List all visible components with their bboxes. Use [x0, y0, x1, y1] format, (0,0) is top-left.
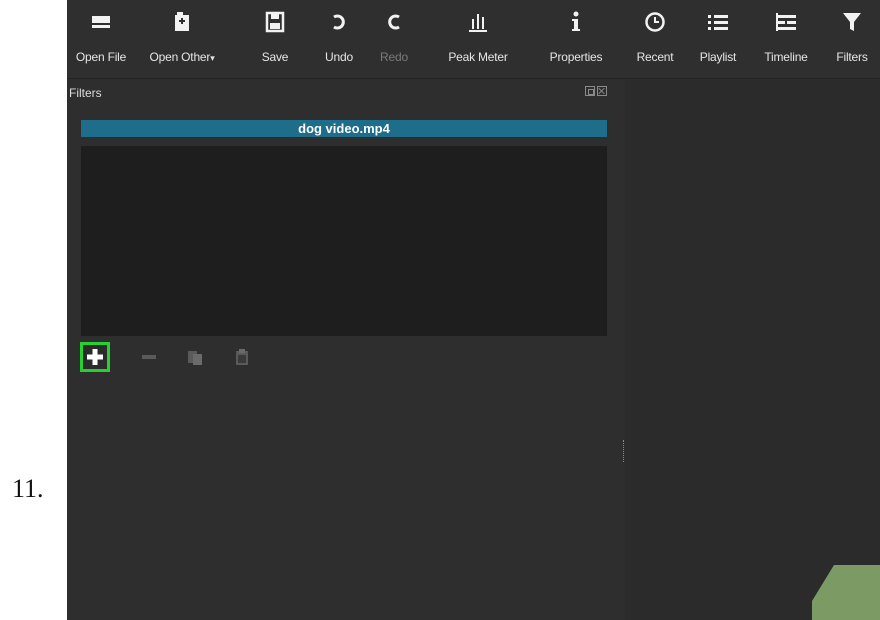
clip-name: dog video.mp4	[81, 120, 607, 137]
undo-label: Undo	[325, 50, 353, 64]
shotcut-window: Open File Open Other▾ Save Undo Redo Pea…	[67, 0, 880, 620]
timeline-icon	[774, 0, 798, 44]
minus-icon	[142, 355, 156, 359]
preview-panel	[625, 80, 880, 620]
playlist-button[interactable]: Playlist	[696, 0, 740, 78]
copy-icon	[188, 351, 202, 365]
filter-icon	[842, 0, 862, 44]
add-filter-button[interactable]	[80, 342, 110, 372]
undo-button[interactable]: Undo	[325, 0, 353, 78]
recent-icon	[644, 0, 666, 44]
timeline-label: Timeline	[764, 50, 808, 64]
save-label: Save	[261, 50, 289, 64]
properties-button[interactable]: Properties	[541, 0, 611, 78]
redo-label: Redo	[380, 50, 408, 64]
open-other-label: Open Other	[149, 50, 211, 64]
timeline-button[interactable]: Timeline	[761, 0, 811, 78]
paste-filter-button[interactable]	[231, 346, 253, 368]
filters-label: Filters	[836, 50, 868, 64]
properties-icon	[569, 0, 583, 44]
redo-button[interactable]: Redo	[380, 0, 408, 78]
playlist-icon	[707, 0, 729, 44]
properties-label: Properties	[549, 50, 603, 64]
open-file-button[interactable]: Open File	[75, 0, 127, 78]
filter-actions	[67, 338, 367, 378]
peak-meter-button[interactable]: Peak Meter	[443, 0, 513, 78]
dropdown-arrow-icon: ▾	[210, 53, 215, 63]
panel-title: Filters	[69, 86, 102, 100]
peak-meter-icon	[468, 0, 488, 44]
undo-icon	[329, 0, 349, 44]
corner-graphic	[812, 565, 880, 620]
filters-button[interactable]: Filters	[830, 0, 874, 78]
plus-icon	[87, 349, 103, 365]
remove-filter-button[interactable]	[138, 346, 160, 368]
playlist-label: Playlist	[699, 50, 737, 64]
recent-label: Recent	[636, 50, 674, 64]
copy-filter-button[interactable]	[184, 346, 206, 368]
paste-icon	[236, 349, 248, 365]
redo-icon	[384, 0, 404, 44]
peak-meter-label: Peak Meter	[448, 50, 508, 64]
open-other-icon	[172, 0, 192, 44]
save-button[interactable]: Save	[260, 0, 290, 78]
open-file-label: Open File	[75, 50, 127, 64]
step-number: 11.	[12, 474, 44, 503]
open-file-icon	[90, 0, 112, 44]
float-icon[interactable]	[585, 86, 595, 96]
recent-button[interactable]: Recent	[631, 0, 679, 78]
main-toolbar: Open File Open Other▾ Save Undo Redo Pea…	[67, 0, 880, 79]
open-other-button[interactable]: Open Other▾	[147, 0, 217, 78]
save-icon	[265, 0, 285, 44]
filters-panel: Filters dog video.mp4	[67, 80, 622, 620]
close-icon[interactable]	[597, 86, 607, 96]
filter-list[interactable]	[81, 146, 607, 336]
